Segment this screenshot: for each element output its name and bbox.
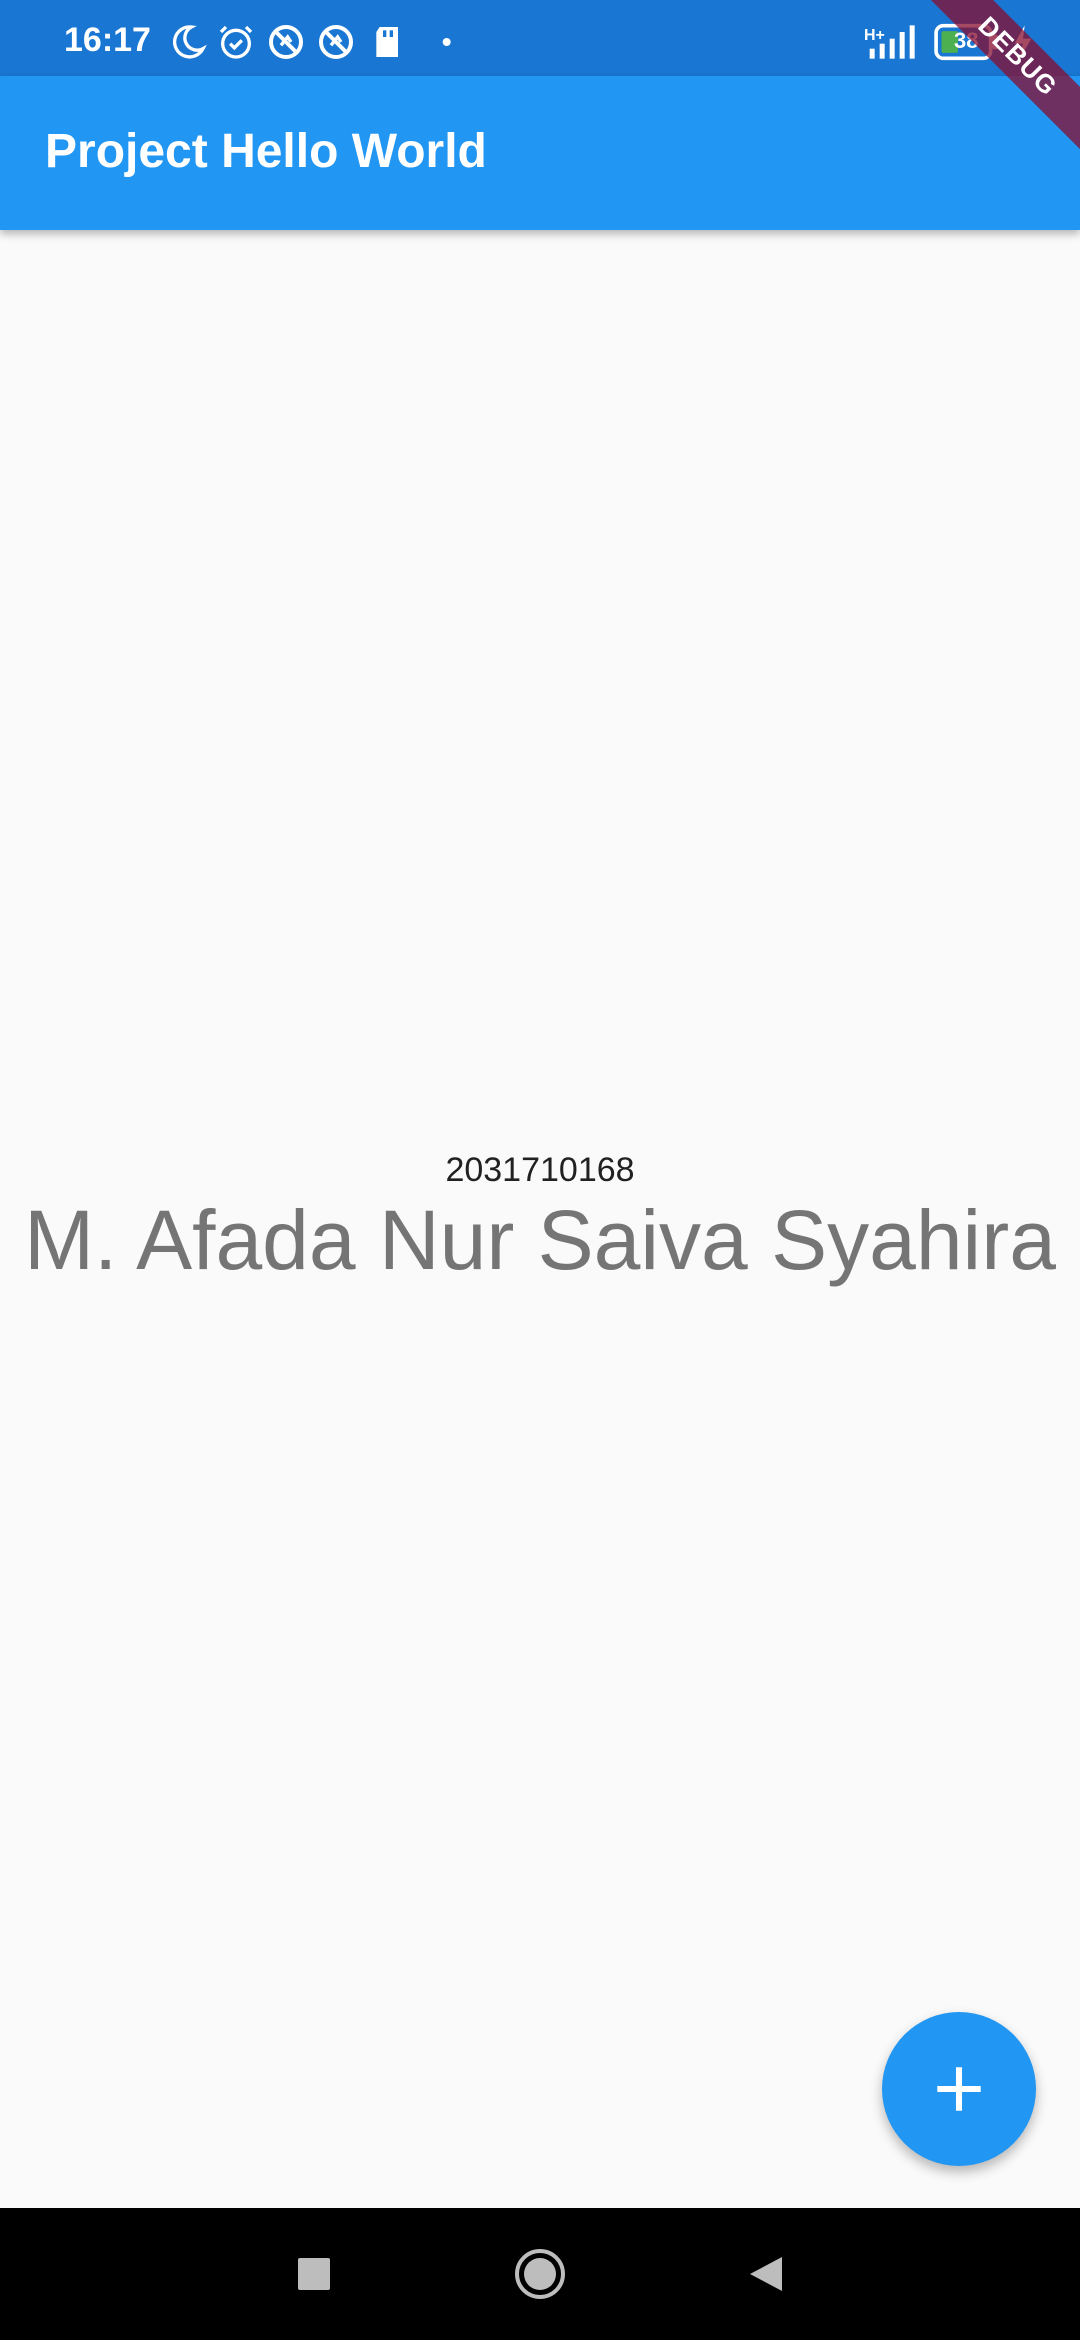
sync-blocked-icon	[316, 22, 356, 62]
status-time: 16:17	[64, 21, 151, 59]
home-button[interactable]	[510, 2244, 570, 2304]
back-triangle-icon	[746, 2254, 786, 2294]
moon-icon	[168, 22, 208, 62]
student-id-text: 2031710168	[445, 1151, 635, 1189]
home-circle-icon	[513, 2247, 567, 2301]
app-bar: Project Hello World	[0, 76, 1080, 230]
app-title: Project Hello World	[45, 125, 487, 178]
signal-icon	[866, 22, 920, 62]
add-button[interactable]	[882, 2012, 1036, 2166]
student-name-text: M. Afada Nur Saiva Syahira	[24, 1193, 1056, 1287]
recents-button[interactable]	[284, 2244, 344, 2304]
status-bar: 16:17 H+ 38	[0, 0, 1080, 76]
plus-icon	[931, 2061, 987, 2117]
recents-square-icon	[297, 2257, 331, 2291]
sd-card-icon	[368, 22, 408, 62]
back-button[interactable]	[736, 2244, 796, 2304]
screen: 16:17 H+ 38 Project Hello World DEBUG 20…	[0, 0, 1080, 2340]
sync-blocked-icon	[266, 22, 306, 62]
dot-icon	[420, 22, 460, 62]
navigation-bar	[0, 2208, 1080, 2340]
alarm-icon	[216, 22, 256, 62]
main-content: 2031710168 M. Afada Nur Saiva Syahira	[0, 230, 1080, 2208]
